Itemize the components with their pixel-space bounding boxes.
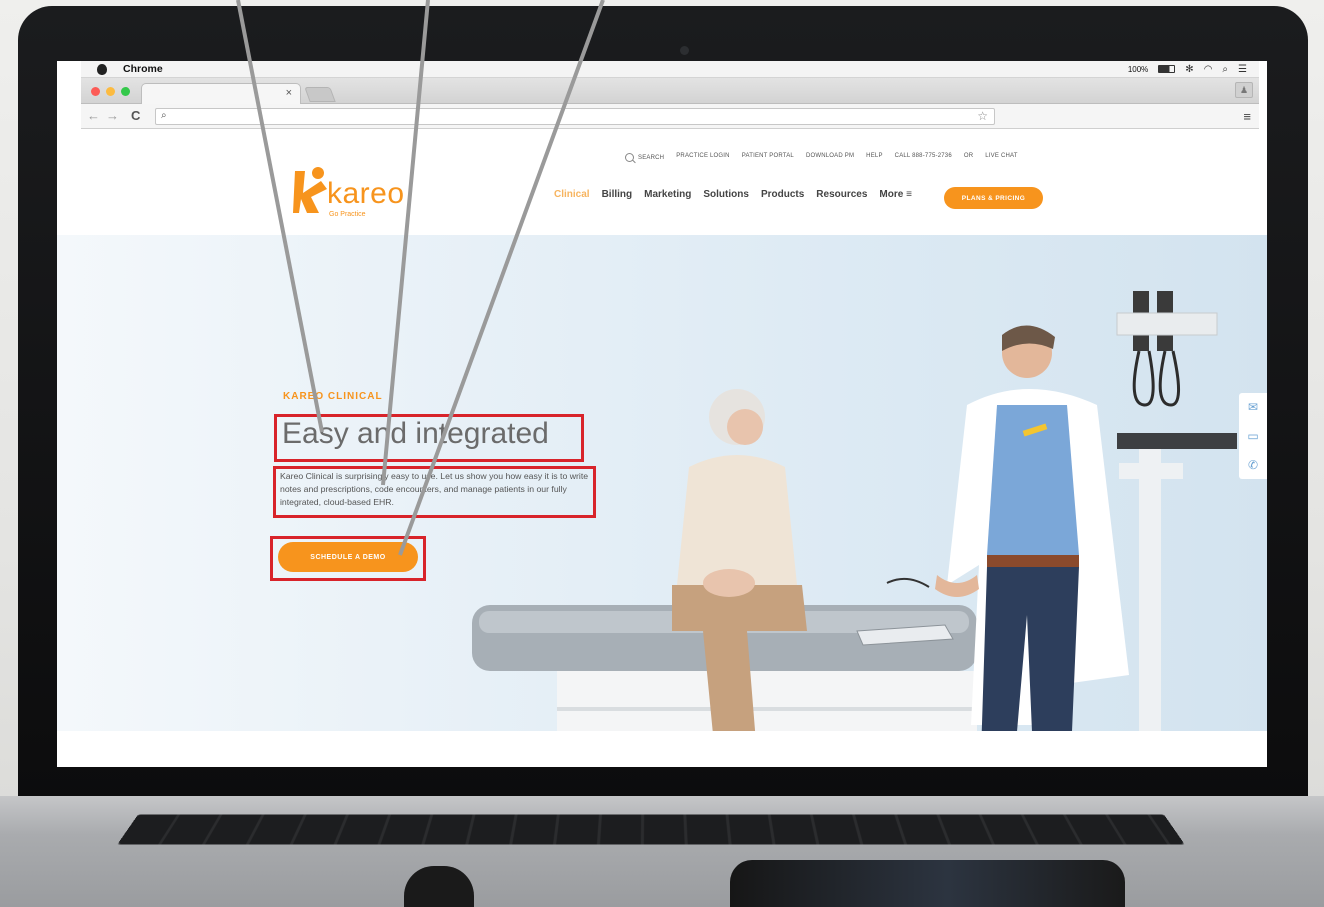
utility-link-search: SEARCH [638,154,665,161]
nav-item-products[interactable]: Products [761,189,804,200]
contact-sidebar: ✉ ▭ ✆ [1239,393,1267,479]
annotation-box-body [273,466,596,518]
browser-menu-icon[interactable]: ≡ [1243,109,1251,124]
minimize-window-button[interactable] [106,87,115,96]
kareo-logo-icon[interactable] [291,165,331,215]
spotlight-icon[interactable]: ⌕ [1222,64,1228,75]
logo-wordmark[interactable]: kareo [327,177,405,211]
search-icon: ⌕ [161,110,167,121]
profile-icon[interactable]: ♟ [1235,82,1253,98]
nav-item-billing[interactable]: Billing [602,189,633,200]
browser-tab-strip: × ♟ [81,78,1259,104]
battery-icon[interactable] [1158,65,1176,73]
bluetooth-icon[interactable]: ✻ [1185,64,1193,75]
browser-toolbar: ← → C ⌕ ☆ ≡ [81,104,1259,129]
menu-bar-status: 100% ✻ ◠ ⌕ ☰ [1128,64,1247,75]
nav-item-resources[interactable]: Resources [816,189,867,200]
nav-item-marketing[interactable]: Marketing [644,189,691,200]
browser-tab[interactable]: × [141,83,301,104]
nav-item-clinical[interactable]: Clinical [554,189,590,200]
laptop-base [0,796,1324,907]
wifi-icon[interactable]: ◠ [1204,64,1213,75]
annotation-box-cta [270,536,426,581]
chat-icon[interactable]: ▭ [1247,429,1258,443]
utility-link-phone[interactable]: CALL 888-775-2736 [895,153,952,162]
annotation-box-headline [274,414,584,462]
zoom-window-button[interactable] [121,87,130,96]
main-nav: Clinical Billing Marketing Solutions Pro… [554,189,912,200]
desk-prop-right [730,860,1125,907]
bookmark-star-icon[interactable]: ☆ [977,109,988,123]
utility-nav: SEARCH PRACTICE LOGIN PATIENT PORTAL DOW… [625,153,1018,162]
battery-percent: 100% [1127,64,1149,74]
address-bar[interactable]: ⌕ ☆ [155,108,995,125]
search-icon [625,153,634,162]
close-window-button[interactable] [91,87,100,96]
utility-link-practice-login[interactable]: PRACTICE LOGIN [676,153,729,162]
new-tab-button[interactable] [304,87,336,102]
laptop-screen: Chrome 100% ✻ ◠ ⌕ ☰ × ♟ ← → C ⌕ ☆ ≡ kare… [57,61,1267,767]
logo-tagline: Go Practice [329,211,366,218]
email-icon[interactable]: ✉ [1248,400,1258,414]
nav-item-solutions[interactable]: Solutions [703,189,749,200]
forward-arrow-icon[interactable]: → [106,108,119,123]
webcam [680,46,689,55]
reload-icon[interactable]: C [131,108,140,123]
utility-link-help[interactable]: HELP [866,153,882,162]
utility-link-patient-portal[interactable]: PATIENT PORTAL [742,153,794,162]
utility-search[interactable]: SEARCH [625,153,664,162]
phone-icon[interactable]: ✆ [1248,458,1258,472]
below-hero-strip [57,731,1267,767]
nav-item-more[interactable]: More ≡ [879,189,912,200]
utility-separator-or: OR [963,153,974,159]
laptop-keyboard [117,814,1185,845]
site-header: kareo Go Practice SEARCH PRACTICE LOGIN … [57,129,1267,235]
back-arrow-icon[interactable]: ← [87,108,100,123]
hero-section: KAREO CLINICAL Easy and integrated Kareo… [57,235,1267,731]
utility-link-live-chat[interactable]: LIVE CHAT [985,153,1017,162]
notification-list-icon[interactable]: ☰ [1238,64,1247,75]
utility-link-download-pm[interactable]: DOWNLOAD PM [806,153,854,162]
active-app-name[interactable]: Chrome [123,63,163,75]
macos-menu-bar: Chrome 100% ✻ ◠ ⌕ ☰ [81,61,1259,78]
window-controls [91,87,130,96]
tab-close-icon[interactable]: × [286,87,292,99]
hero-eyebrow: KAREO CLINICAL [283,391,383,402]
plans-pricing-button[interactable]: PLANS & PRICING [944,187,1043,209]
apple-icon[interactable] [97,63,107,75]
